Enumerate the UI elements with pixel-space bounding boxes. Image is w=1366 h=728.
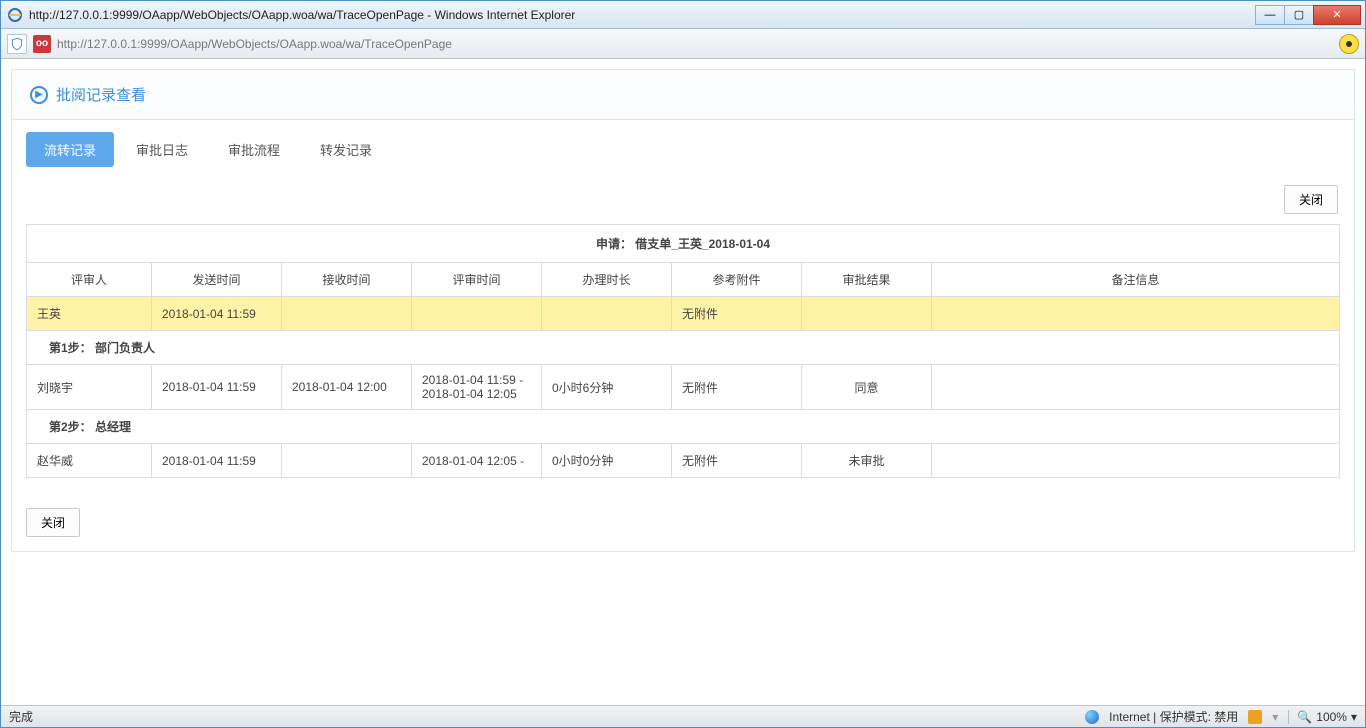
separator: ▾ [1272, 710, 1278, 724]
cell: 2018-01-04 11:59 [152, 297, 282, 331]
cell: 同意 [802, 365, 932, 410]
maximize-button[interactable]: ▢ [1284, 5, 1314, 25]
cell: 无附件 [672, 297, 802, 331]
col-reviewer: 评审人 [27, 263, 152, 297]
window-title: http://127.0.0.1:9999/OAapp/WebObjects/O… [29, 8, 1256, 22]
tab-flow-record[interactable]: 流转记录 [26, 132, 114, 167]
address-bar: oo http://127.0.0.1:9999/OAapp/WebObject… [1, 29, 1365, 59]
table-row: 赵华威2018-01-04 11:59 2018-01-04 12:05 -0小时… [27, 444, 1340, 478]
cell [542, 297, 672, 331]
titlebar: http://127.0.0.1:9999/OAapp/WebObjects/O… [1, 1, 1365, 29]
close-button-bottom[interactable]: 关闭 [26, 508, 80, 537]
col-receive-time: 接收时间 [282, 263, 412, 297]
globe-icon [1085, 710, 1099, 724]
tab-bar: 流转记录 审批日志 审批流程 转发记录 [12, 120, 1354, 177]
close-button-top[interactable]: 关闭 [1284, 185, 1338, 214]
status-bar: 完成 Internet | 保护模式: 禁用 ▾ 🔍 100% ▾ [1, 705, 1365, 727]
trace-table-wrapper: 申请： 借支单_王英_2018-01-04 评审人 发送时间 接收时间 评审时间… [12, 224, 1354, 494]
col-send-time: 发送时间 [152, 263, 282, 297]
cell [802, 297, 932, 331]
cell: 王英 [27, 297, 152, 331]
cell [932, 297, 1340, 331]
cell: 无附件 [672, 365, 802, 410]
table-step-row: 第2步： 总经理 [27, 410, 1340, 444]
col-review-time: 评审时间 [412, 263, 542, 297]
cell: 2018-01-04 11:59 [152, 365, 282, 410]
addon-icon[interactable] [1339, 34, 1359, 54]
protected-mode-icon[interactable] [1248, 710, 1262, 724]
page-title: 批阅记录查看 [56, 84, 146, 105]
zoom-control[interactable]: 🔍 100% ▾ [1288, 710, 1357, 724]
cell: 未审批 [802, 444, 932, 478]
url-field[interactable]: http://127.0.0.1:9999/OAapp/WebObjects/O… [57, 37, 1339, 51]
col-remark: 备注信息 [932, 263, 1340, 297]
cell [932, 365, 1340, 410]
favicon-icon: oo [33, 35, 51, 53]
cell [932, 444, 1340, 478]
table-row: 刘晓宇2018-01-04 11:592018-01-04 12:002018-… [27, 365, 1340, 410]
col-result: 审批结果 [802, 263, 932, 297]
cell: 2018-01-04 11:59 [152, 444, 282, 478]
zoom-icon: 🔍 [1297, 710, 1312, 724]
minimize-button[interactable]: — [1255, 5, 1285, 25]
cell: 无附件 [672, 444, 802, 478]
cell [282, 297, 412, 331]
table-row: 王英2018-01-04 11:59 无附件 [27, 297, 1340, 331]
step-label: 第2步： 总经理 [27, 410, 1340, 444]
cell: 0小时6分钟 [542, 365, 672, 410]
window-controls: — ▢ ✕ [1256, 5, 1361, 25]
browser-window: http://127.0.0.1:9999/OAapp/WebObjects/O… [0, 0, 1366, 728]
actions-top: 关闭 [12, 177, 1354, 224]
status-text: 完成 [9, 708, 1085, 725]
tab-approval-flow[interactable]: 审批流程 [210, 132, 298, 167]
table-title-row: 申请： 借支单_王英_2018-01-04 [27, 225, 1340, 263]
col-attachment: 参考附件 [672, 263, 802, 297]
cell: 2018-01-04 11:59 - 2018-01-04 12:05 [412, 365, 542, 410]
ie-icon [7, 7, 23, 23]
panel-header: ▶ 批阅记录查看 [11, 69, 1355, 120]
cell: 2018-01-04 12:00 [282, 365, 412, 410]
cell: 刘晓宇 [27, 365, 152, 410]
zoom-level: 100% [1316, 710, 1347, 724]
col-duration: 办理时长 [542, 263, 672, 297]
cell: 2018-01-04 12:05 - [412, 444, 542, 478]
tab-approval-log[interactable]: 审批日志 [118, 132, 206, 167]
panel-body: 流转记录 审批日志 审批流程 转发记录 关闭 申请： 借支单_王英_2018-0… [11, 120, 1355, 552]
tab-forward-record[interactable]: 转发记录 [302, 132, 390, 167]
status-right: Internet | 保护模式: 禁用 ▾ 🔍 100% ▾ [1085, 708, 1357, 725]
table-body: 王英2018-01-04 11:59无附件第1步： 部门负责人刘晓宇2018-0… [27, 297, 1340, 478]
actions-bottom: 关闭 [12, 494, 1354, 551]
close-window-button[interactable]: ✕ [1313, 5, 1361, 25]
step-label: 第1步： 部门负责人 [27, 331, 1340, 365]
chevron-down-icon: ▾ [1351, 710, 1357, 724]
cell: 赵华威 [27, 444, 152, 478]
table-step-row: 第1步： 部门负责人 [27, 331, 1340, 365]
shield-icon[interactable] [7, 34, 27, 54]
arrow-right-circle-icon: ▶ [30, 86, 48, 104]
cell: 0小时0分钟 [542, 444, 672, 478]
page-content: ▶ 批阅记录查看 流转记录 审批日志 审批流程 转发记录 关闭 申请： 借支单_… [1, 59, 1365, 705]
table-header-row: 评审人 发送时间 接收时间 评审时间 办理时长 参考附件 审批结果 备注信息 [27, 263, 1340, 297]
security-zone: Internet | 保护模式: 禁用 [1109, 708, 1238, 725]
cell [412, 297, 542, 331]
cell [282, 444, 412, 478]
table-title: 申请： 借支单_王英_2018-01-04 [27, 225, 1340, 263]
trace-table: 申请： 借支单_王英_2018-01-04 评审人 发送时间 接收时间 评审时间… [26, 224, 1340, 478]
